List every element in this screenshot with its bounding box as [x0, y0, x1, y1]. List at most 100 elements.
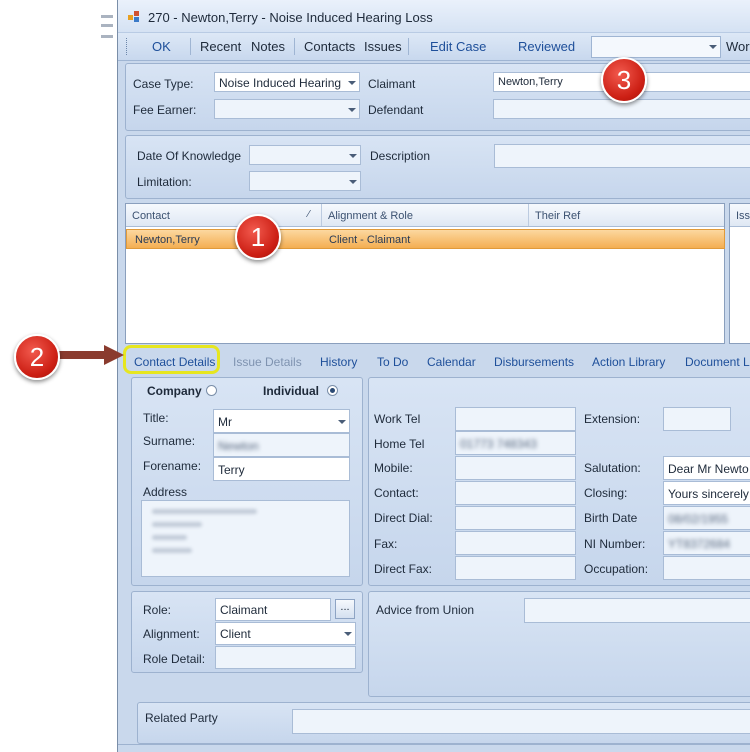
case-type-value: Noise Induced Hearing [219, 76, 342, 90]
tab-calendar[interactable]: Calendar [427, 355, 476, 369]
title-value: Mr [218, 415, 232, 429]
tab-disbursements[interactable]: Disbursements [494, 355, 574, 369]
case-window: 270 - Newton,Terry - Noise Induced Heari… [117, 0, 750, 752]
chevron-down-icon [348, 81, 356, 85]
status-strip [118, 744, 750, 752]
related-party-field[interactable] [292, 709, 750, 734]
ni-number-value: YT8372684 [668, 537, 731, 551]
address-line [152, 535, 187, 540]
forename-value: Terry [218, 463, 245, 477]
closing-label: Closing: [584, 486, 628, 500]
related-party-label: Related Party [145, 711, 218, 725]
limitation-label: Limitation: [137, 175, 192, 189]
date-of-knowledge-field[interactable] [249, 145, 361, 165]
chevron-down-icon [344, 632, 352, 636]
edit-case-button[interactable]: Edit Case [430, 39, 486, 54]
closing-value: Yours sincerely [668, 487, 749, 501]
occupation-label: Occupation: [584, 562, 649, 576]
company-radio[interactable] [206, 385, 217, 396]
tab-document-library[interactable]: Document L [685, 355, 750, 369]
toolbar-separator [294, 38, 295, 55]
app-icon [128, 11, 142, 23]
notes-button[interactable]: Notes [251, 39, 285, 54]
issues-button[interactable]: Issues [364, 39, 402, 54]
issues-column-header[interactable]: Issu [736, 210, 750, 222]
tab-history[interactable]: History [320, 355, 357, 369]
tab-highlight-box [123, 345, 220, 374]
role-field[interactable]: Claimant [215, 598, 331, 621]
occupation-field[interactable] [663, 556, 750, 580]
title-select[interactable]: Mr [213, 409, 350, 433]
address-line [152, 548, 192, 553]
role-detail-field[interactable] [215, 646, 356, 669]
case-type-select[interactable]: Noise Induced Hearing [214, 72, 360, 92]
fax-field[interactable] [455, 531, 576, 555]
column-header-contact[interactable]: Contact [132, 210, 170, 222]
row-contact: Newton,Terry [135, 234, 200, 246]
home-tel-field[interactable]: 01773 748343 [455, 431, 576, 455]
column-header-alignment-role[interactable]: Alignment & Role [328, 210, 413, 222]
closing-field[interactable]: Yours sincerely [663, 481, 750, 505]
ni-number-label: NI Number: [584, 537, 646, 551]
forename-field[interactable]: Terry [213, 457, 350, 481]
contacts-button[interactable]: Contacts [304, 39, 355, 54]
toolbar-separator [190, 38, 191, 55]
individual-radio[interactable] [327, 385, 338, 396]
surname-label: Surname: [143, 434, 196, 448]
ok-button[interactable]: OK [152, 39, 171, 54]
birth-date-field[interactable]: 08/02/1955 [663, 506, 750, 530]
limitation-field[interactable] [249, 171, 361, 191]
work-tel-field[interactable] [455, 407, 576, 431]
direct-fax-field[interactable] [455, 556, 576, 580]
address-field[interactable] [141, 500, 350, 577]
date-of-knowledge-label: Date Of Knowledge [137, 149, 242, 163]
address-line [152, 509, 257, 514]
contacts-grid: Contact ⁄ Alignment & Role Their Ref [125, 203, 725, 344]
tab-to-do[interactable]: To Do [377, 355, 408, 369]
advice-from-union-field[interactable] [524, 598, 750, 623]
direct-dial-field[interactable] [455, 506, 576, 530]
toolbar: OK Recent Notes Contacts Issues Edit Cas… [118, 32, 750, 61]
work-button[interactable]: Wor [726, 39, 750, 54]
column-divider[interactable] [528, 204, 529, 226]
chevron-down-icon [349, 180, 357, 184]
alignment-label: Alignment: [143, 627, 200, 641]
work-tel-label: Work Tel [374, 412, 421, 426]
window-title: 270 - Newton,Terry - Noise Induced Heari… [148, 10, 433, 25]
salutation-field[interactable]: Dear Mr Newto [663, 456, 750, 480]
defendant-label: Defendant [368, 103, 424, 117]
toolbar-separator [408, 38, 409, 55]
company-label: Company [147, 384, 202, 398]
tab-action-library[interactable]: Action Library [592, 355, 665, 369]
toolbar-combo[interactable] [591, 36, 721, 58]
callout-marker-1: 1 [235, 214, 281, 260]
recent-button[interactable]: Recent [200, 39, 241, 54]
direct-dial-label: Direct Dial: [374, 511, 433, 525]
column-divider[interactable] [321, 204, 322, 226]
description-field[interactable] [494, 144, 750, 168]
pointer-arrow [58, 351, 106, 359]
table-row[interactable]: Newton,Terry Client - Claimant [126, 229, 725, 249]
grid-header: Contact ⁄ Alignment & Role Their Ref [126, 204, 724, 227]
column-header-their-ref[interactable]: Their Ref [535, 210, 580, 222]
extension-field[interactable] [663, 407, 731, 431]
contact-field[interactable] [455, 481, 576, 505]
role-label: Role: [143, 603, 172, 617]
callout-marker-3: 3 [601, 57, 647, 103]
callout-marker-2: 2 [14, 334, 60, 380]
birth-date-value: 08/02/1955 [668, 512, 729, 526]
mobile-label: Mobile: [374, 461, 413, 475]
issues-grid: Issu [729, 203, 750, 344]
reviewed-button[interactable]: Reviewed [518, 39, 575, 54]
tab-issue-details[interactable]: Issue Details [233, 355, 302, 369]
surname-field[interactable]: Newton [213, 433, 350, 457]
toolbar-grip [126, 38, 130, 55]
ni-number-field[interactable]: YT8372684 [663, 531, 750, 555]
row-alignment-role: Client - Claimant [329, 234, 411, 246]
case-type-label: Case Type: [133, 77, 194, 91]
description-label: Description [370, 149, 431, 163]
mobile-field[interactable] [455, 456, 576, 480]
alignment-select[interactable]: Client [215, 622, 356, 645]
fee-earner-select[interactable] [214, 99, 360, 119]
role-lookup-button[interactable]: ... [335, 599, 355, 619]
